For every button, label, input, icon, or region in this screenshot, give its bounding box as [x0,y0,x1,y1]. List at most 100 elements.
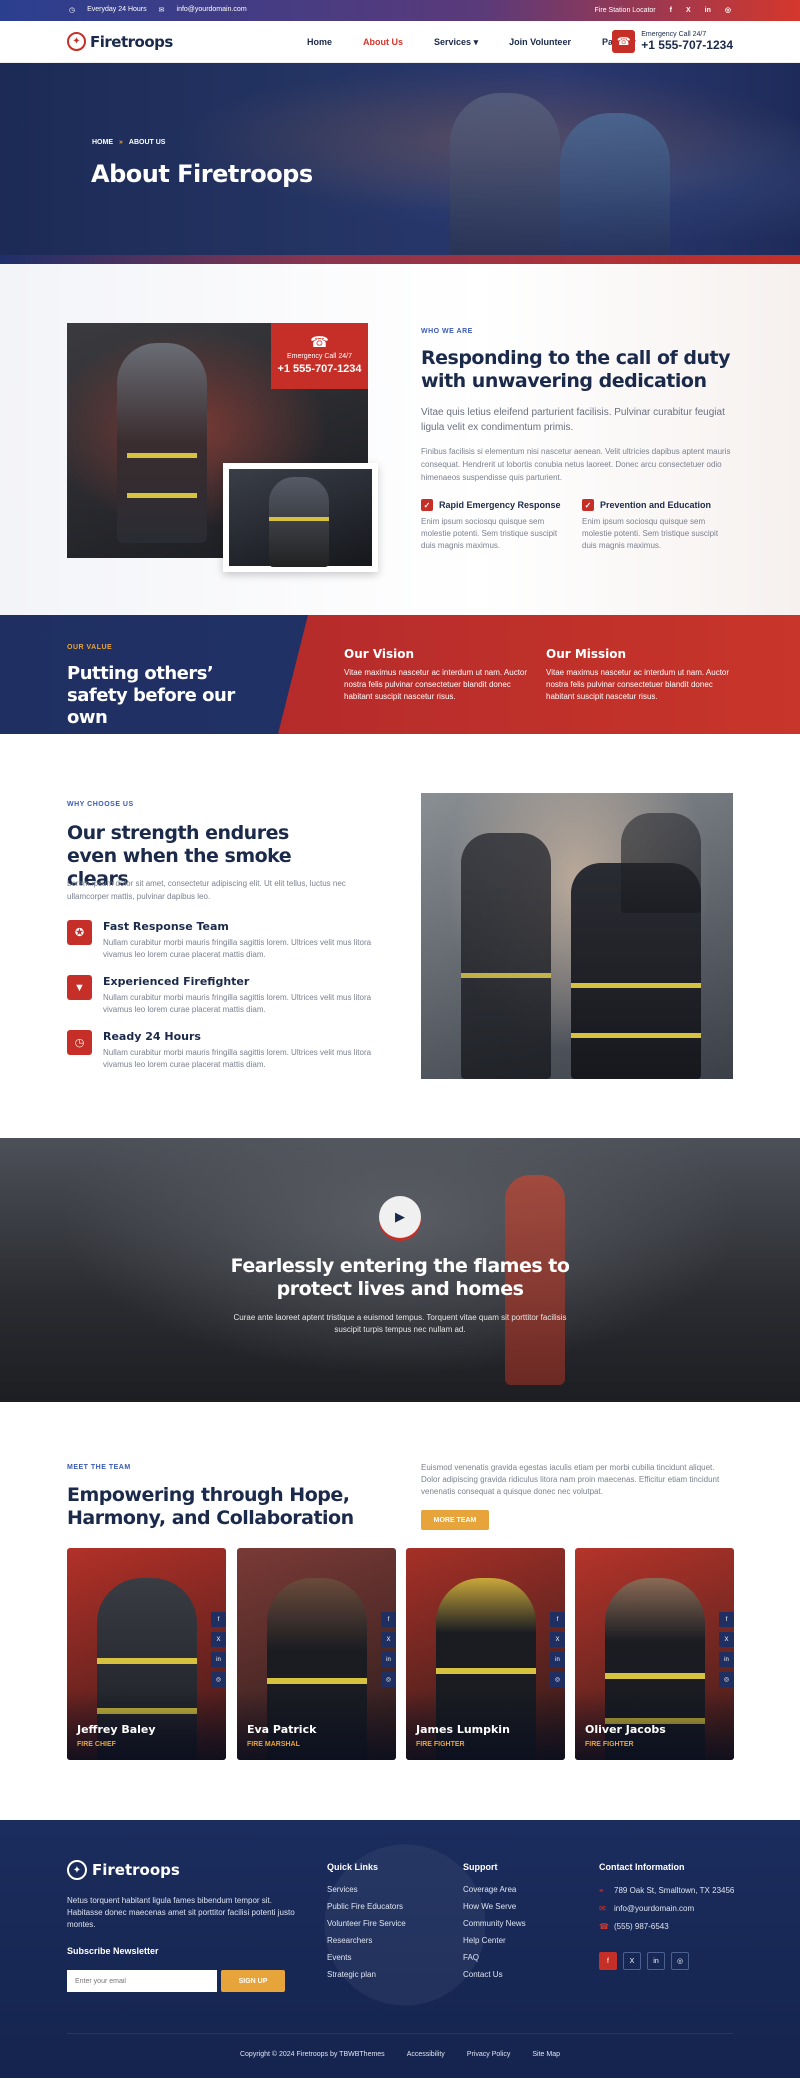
mission-title: Our Mission [546,647,627,661]
play-button[interactable]: ▶ [379,1196,421,1238]
footer-bottom: Copyright © 2024 Firetroops by TBWBTheme… [0,2051,800,2058]
linkedin-icon[interactable]: in [381,1652,396,1667]
video-text: Curae ante laoreet aptent tristique a eu… [233,1313,567,1334]
team-card[interactable]: f X in ◎ Eva Patrick FIRE MARSHAL [237,1548,396,1760]
linkedin-icon[interactable]: in [647,1952,665,1970]
facebook-icon[interactable]: f [211,1612,226,1627]
nav-about[interactable]: About Us [363,37,403,48]
nav-join-volunteer[interactable]: Join Volunteer [509,37,571,48]
contact-phone[interactable]: (555) 987-6543 [614,1921,669,1932]
more-team-button[interactable]: MORE TEAM [421,1510,489,1530]
vision-text: Vitae maximus nascetur ac interdum ut na… [344,668,528,701]
header-emergency-call[interactable]: ☎ Emergency Call 24/7 +1 555-707-1234 [612,30,733,53]
quick-links: Quick Links Services Public Fire Educato… [327,1862,406,1987]
why-item-text: Nullam curabitur morbi mauris fringilla … [103,993,372,1014]
instagram-icon[interactable]: ◎ [671,1952,689,1970]
instagram-icon[interactable]: ◎ [381,1672,396,1687]
mail-icon: ✉ [599,1904,606,1913]
linkedin-icon[interactable]: in [211,1652,226,1667]
phone-icon: ☎ [612,30,636,53]
instagram-icon[interactable]: ◎ [719,1672,734,1687]
contact-info: Contact Information ⌖ 789 Oak St, Smallto… [599,1862,739,1939]
facebook-icon[interactable]: f [719,1612,734,1627]
member-socials: f X in ◎ [719,1612,734,1687]
x-icon[interactable]: X [686,7,691,14]
footer-link[interactable]: Coverage Area [463,1885,526,1894]
footer-link[interactable]: Events [327,1953,406,1962]
why-paragraph: Lorem ipsum dolor sit amet, consectetur … [67,879,346,901]
copyright: Copyright © 2024 Firetroops by TBWBTheme… [239,2051,385,2058]
why-item-title: Experienced Firefighter [103,975,250,988]
phone-icon: ☎ [599,1922,609,1931]
header-call-label: Emergency Call 24/7 [641,31,707,38]
instagram-icon[interactable]: ◎ [211,1672,226,1687]
footer-link[interactable]: Community News [463,1919,526,1928]
sitemap-link[interactable]: Site Map [532,2051,560,2058]
linkedin-icon[interactable]: in [719,1652,734,1667]
privacy-link[interactable]: Privacy Policy [467,2051,511,2058]
facebook-icon[interactable]: f [550,1612,565,1627]
header-call-number: +1 555-707-1234 [641,38,733,52]
member-socials: f X in ◎ [381,1612,396,1687]
footer-link[interactable]: Help Center [463,1936,526,1945]
emergency-call-box[interactable]: ☎ Emergency Call 24/7 +1 555-707-1234 [271,323,368,389]
footer-link[interactable]: Services [327,1885,406,1894]
member-role: FIRE MARSHAL [247,1741,300,1748]
accessibility-link[interactable]: Accessibility [407,2051,445,2058]
hero-divider [0,255,800,264]
site-header: ✦ Firetroops Home About Us Services ▾ Jo… [0,21,800,63]
why-item-text: Nullam curabitur morbi mauris fringilla … [103,1048,372,1069]
feature-text: Enim ipsum sociosqu quisque sem molestie… [582,517,719,550]
nav-home[interactable]: Home [307,37,332,48]
team-card[interactable]: f X in ◎ Oliver Jacobs FIRE FIGHTER [575,1548,734,1760]
x-icon[interactable]: X [719,1632,734,1647]
nav-services[interactable]: Services ▾ [434,37,478,48]
x-icon[interactable]: X [211,1632,226,1647]
footer-link[interactable]: Researchers [327,1936,406,1945]
page-title: About Firetroops [91,160,313,188]
x-icon[interactable]: X [550,1632,565,1647]
footer-link[interactable]: How We Serve [463,1902,526,1911]
contact-title: Contact Information [599,1862,685,1872]
topbar-email[interactable]: info@yourdomain.com [177,6,247,14]
member-socials: f X in ◎ [211,1612,226,1687]
member-name: Jeffrey Baley [77,1723,156,1736]
facebook-icon[interactable]: f [381,1612,396,1627]
instagram-icon[interactable]: ◎ [550,1672,565,1687]
team-card[interactable]: f X in ◎ Jeffrey Baley FIRE CHIEF [67,1548,226,1760]
breadcrumb-current: ABOUT US [128,139,166,146]
footer-logo[interactable]: ✦ Firetroops [67,1860,180,1880]
site-logo[interactable]: ✦ Firetroops [67,32,173,51]
footer-link[interactable]: Contact Us [463,1970,526,1979]
footer-link[interactable]: Strategic plan [327,1970,406,1979]
newsletter-email-input[interactable] [67,1970,217,1992]
linkedin-icon[interactable]: in [550,1652,565,1667]
support-links: Support Coverage Area How We Serve Commu… [463,1862,526,1987]
linkedin-icon[interactable]: in [705,7,711,14]
about-heading: Responding to the call of duty with unwa… [421,347,730,392]
x-icon[interactable]: X [381,1632,396,1647]
footer-link[interactable]: Public Fire Educators [327,1902,406,1911]
logo-text: Firetroops [90,32,173,51]
firefighter-figure [450,93,560,255]
value-heading: Putting others’ safety before our own [67,663,235,728]
why-item-text: Nullam curabitur morbi mauris fringilla … [103,938,372,959]
instagram-icon[interactable]: ◎ [725,6,731,14]
footer-socials: f X in ◎ [599,1952,689,1970]
member-role: FIRE CHIEF [77,1741,116,1748]
support-title: Support [463,1862,498,1872]
x-icon[interactable]: X [623,1952,641,1970]
footer-link[interactable]: Volunteer Fire Service [327,1919,406,1928]
contact-email[interactable]: info@yourdomain.com [614,1903,694,1914]
breadcrumb-home[interactable]: HOME [92,139,113,146]
vision-title: Our Vision [344,647,415,661]
facebook-icon[interactable]: f [599,1952,617,1970]
caret-down-icon: ▾ [473,37,479,47]
signup-button[interactable]: SIGN UP [221,1970,285,1992]
firefighter-figure [117,343,207,543]
footer-link[interactable]: FAQ [463,1953,526,1962]
team-card[interactable]: f X in ◎ James Lumpkin FIRE FIGHTER [406,1548,565,1760]
facebook-icon[interactable]: f [670,7,672,14]
station-locator-link[interactable]: Fire Station Locator [595,7,656,14]
member-role: FIRE FIGHTER [585,1741,634,1748]
